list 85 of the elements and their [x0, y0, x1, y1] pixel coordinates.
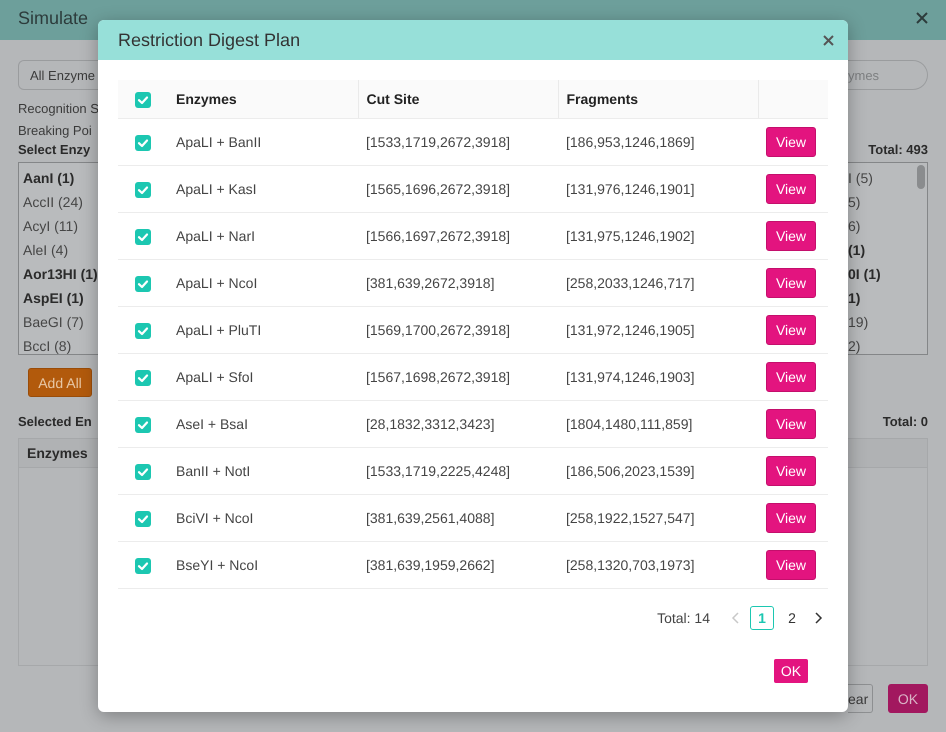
table-cell: ApaLI + BanII — [176, 134, 262, 150]
checkbox[interactable] — [135, 134, 151, 151]
ok-button[interactable]: OK — [774, 659, 808, 683]
column-header: Fragments — [566, 91, 638, 107]
table-cell: [186,953,1246,1869] — [566, 134, 694, 150]
list-item[interactable]: 5) — [848, 190, 913, 214]
view-button[interactable]: View — [766, 409, 816, 439]
list-item[interactable]: AccII (24) — [23, 190, 94, 214]
checkbox[interactable] — [135, 558, 151, 574]
view-button[interactable]: View — [766, 268, 816, 298]
checkbox[interactable] — [135, 182, 151, 198]
table-cell: [381,639,1959,2662] — [366, 557, 494, 573]
view-button[interactable]: View — [766, 456, 816, 486]
scrollbar[interactable] — [917, 165, 925, 189]
checkbox[interactable] — [135, 416, 151, 433]
table-cell: [1565,1696,2672,3918] — [366, 181, 510, 197]
list-item[interactable]: 19) — [848, 310, 913, 334]
table-cell: ApaLI + NcoI — [176, 275, 258, 291]
section-heading: Select Enzy — [18, 142, 92, 158]
table-cell: [258,1320,703,1973] — [566, 557, 694, 573]
table-cell: [131,976,1246,1901] — [566, 181, 694, 197]
checkbox[interactable] — [135, 510, 151, 527]
table-cell: BanII + NotI — [176, 463, 250, 479]
table-cell: [131,975,1246,1902] — [566, 228, 694, 244]
table-cell: [131,974,1246,1903] — [566, 369, 694, 385]
add-all-button[interactable]: Add All — [28, 368, 92, 397]
table-cell: ApaLI + NarI — [176, 228, 255, 244]
close-icon[interactable] — [916, 12, 928, 24]
total-count: Total: 0 — [882, 413, 928, 431]
dialog-title: Restriction Digest Plan — [118, 30, 300, 50]
window-title: Simulate — [18, 8, 88, 28]
list-item[interactable]: AspEI (1) — [23, 286, 94, 310]
table-cell: [186,506,2023,1539] — [566, 463, 694, 479]
list-item[interactable]: BccI (8) — [23, 334, 94, 354]
list-item[interactable]: I (5) — [848, 166, 913, 190]
checkbox[interactable] — [135, 370, 151, 386]
view-button[interactable]: View — [766, 127, 816, 157]
column-header: Enzymes — [176, 91, 237, 107]
table-cell: [381,639,2561,4088] — [366, 510, 494, 526]
breaking-point-label: Breaking Poi — [18, 122, 93, 140]
list-item[interactable]: 1) — [848, 286, 913, 310]
checkbox[interactable] — [135, 322, 151, 339]
list-item[interactable]: AleI (4) — [23, 238, 94, 262]
total-count: Total: 14 — [657, 610, 710, 626]
table-cell: ApaLI + PluTI — [176, 322, 262, 338]
table-cell: [131,972,1246,1905] — [566, 322, 694, 338]
recognition-label: Recognition S — [18, 100, 98, 118]
table-cell: BciVI + NcoI — [176, 510, 254, 526]
list-item[interactable]: AcyI (11) — [23, 214, 94, 238]
list-item[interactable]: 6) — [848, 214, 913, 238]
checkbox[interactable] — [135, 464, 151, 480]
column-header: Enzymes — [27, 445, 88, 461]
table-cell: [258,2033,1246,717] — [566, 275, 694, 291]
view-button[interactable]: View — [766, 503, 816, 533]
list-item[interactable]: 0I (1) — [848, 262, 913, 286]
view-button[interactable]: View — [766, 315, 816, 345]
table-cell: [1533,1719,2225,4248] — [366, 463, 510, 479]
table-cell: ApaLI + KasI — [176, 181, 257, 197]
table-cell: BseYI + NcoI — [176, 557, 258, 573]
table-cell: [1569,1700,2672,3918] — [366, 322, 510, 338]
view-button[interactable]: View — [766, 362, 816, 392]
checkbox[interactable] — [135, 276, 151, 292]
view-button[interactable]: View — [766, 221, 816, 251]
table-cell: [381,639,2672,3918] — [366, 275, 494, 291]
total-count: Total: 493 — [867, 142, 928, 158]
table-cell: [28,1832,3312,3423] — [366, 416, 494, 432]
table-cell: [1566,1697,2672,3918] — [366, 228, 510, 244]
table-cell: [1567,1698,2672,3918] — [366, 369, 510, 385]
table-cell: ApaLI + SfoI — [176, 369, 254, 385]
list-item[interactable]: AanI (1) — [23, 166, 94, 190]
section-heading: Selected En — [18, 413, 93, 431]
close-icon[interactable] — [823, 34, 834, 46]
list-item[interactable]: 2) — [848, 334, 913, 354]
table-cell: [1804,1480,111,859] — [566, 416, 692, 432]
column-header: Cut Site — [366, 91, 420, 107]
view-button[interactable]: View — [766, 174, 816, 204]
list-item[interactable]: (1) — [848, 238, 913, 262]
table-cell: [1533,1719,2672,3918] — [366, 134, 510, 150]
table-cell: AseI + BsaI — [176, 416, 248, 432]
checkbox[interactable] — [135, 228, 151, 245]
table-cell: [258,1922,1527,547] — [566, 510, 694, 526]
checkbox[interactable] — [135, 92, 151, 108]
ok-button[interactable]: OK — [888, 684, 928, 713]
view-button[interactable]: View — [766, 550, 816, 580]
list-item[interactable]: BaeGI (7) — [23, 310, 94, 334]
